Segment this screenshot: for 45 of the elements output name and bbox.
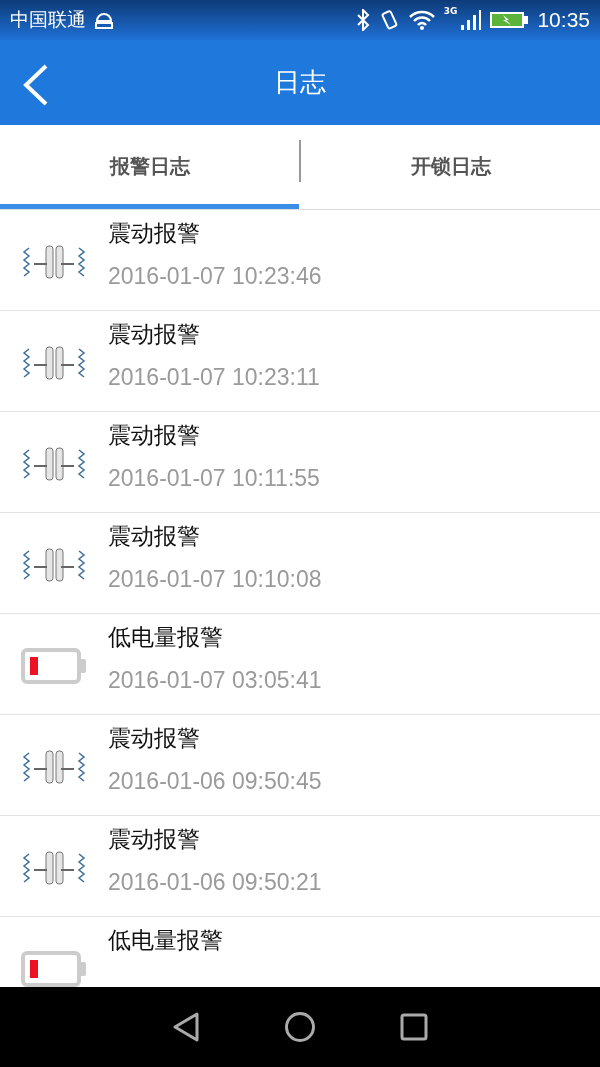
log-time: 2016-01-06 09:50:21 <box>108 869 322 896</box>
log-time: 2016-01-07 10:23:46 <box>108 263 322 290</box>
triangle-icon <box>172 1011 200 1043</box>
log-title: 震动报警 <box>108 724 201 753</box>
page-title: 日志 <box>274 66 326 99</box>
log-title: 震动报警 <box>108 219 201 248</box>
low-battery-icon <box>20 647 88 685</box>
clock: 10:35 <box>537 8 590 32</box>
log-time: 2016-01-07 10:11:55 <box>108 465 320 492</box>
log-title: 震动报警 <box>108 320 201 349</box>
log-title: 震动报警 <box>108 522 201 551</box>
log-row[interactable]: 震动报警 2016-01-07 10:23:46 <box>0 210 600 311</box>
door-handles-icon <box>21 343 87 383</box>
log-row[interactable]: 震动报警 2016-01-07 10:23:11 <box>0 311 600 412</box>
square-icon <box>400 1013 428 1041</box>
log-time: 2016-01-07 03:05:41 <box>108 667 322 694</box>
signal-icon <box>459 9 482 31</box>
log-row[interactable]: 震动报警 2016-01-06 09:50:21 <box>0 816 600 917</box>
charging-battery-icon <box>489 10 530 30</box>
log-title: 低电量报警 <box>108 926 223 955</box>
circle-icon <box>284 1011 316 1043</box>
recents-nav-button[interactable] <box>400 1013 428 1041</box>
log-time: 2016-01-07 10:23:11 <box>108 364 320 391</box>
log-title: 震动报警 <box>108 825 201 854</box>
log-time: 2016-01-07 10:10:08 <box>108 566 322 593</box>
log-row[interactable]: 震动报警 2016-01-07 10:11:55 <box>0 412 600 513</box>
network-type: 3G <box>443 6 458 16</box>
carrier-name: 中国联通 <box>10 7 86 32</box>
door-handles-icon <box>21 747 87 787</box>
wifi-icon <box>407 10 436 30</box>
log-time: 2016-01-06 09:50:45 <box>108 768 322 795</box>
log-title: 震动报警 <box>108 421 201 450</box>
door-handles-icon <box>21 242 87 282</box>
door-handles-icon <box>21 444 87 484</box>
log-row[interactable]: 震动报警 2016-01-07 10:10:08 <box>0 513 600 614</box>
log-row[interactable]: 震动报警 2016-01-06 09:50:45 <box>0 715 600 816</box>
log-row[interactable]: 低电量报警 2016-01-07 03:05:41 <box>0 614 600 715</box>
door-handles-icon <box>21 848 87 888</box>
back-nav-button[interactable] <box>172 1011 200 1043</box>
back-icon <box>22 64 50 106</box>
bluetooth-icon <box>355 9 370 31</box>
low-battery-icon <box>20 950 88 987</box>
door-handles-icon <box>21 545 87 585</box>
home-nav-button[interactable] <box>284 1011 316 1043</box>
log-title: 低电量报警 <box>108 623 224 652</box>
